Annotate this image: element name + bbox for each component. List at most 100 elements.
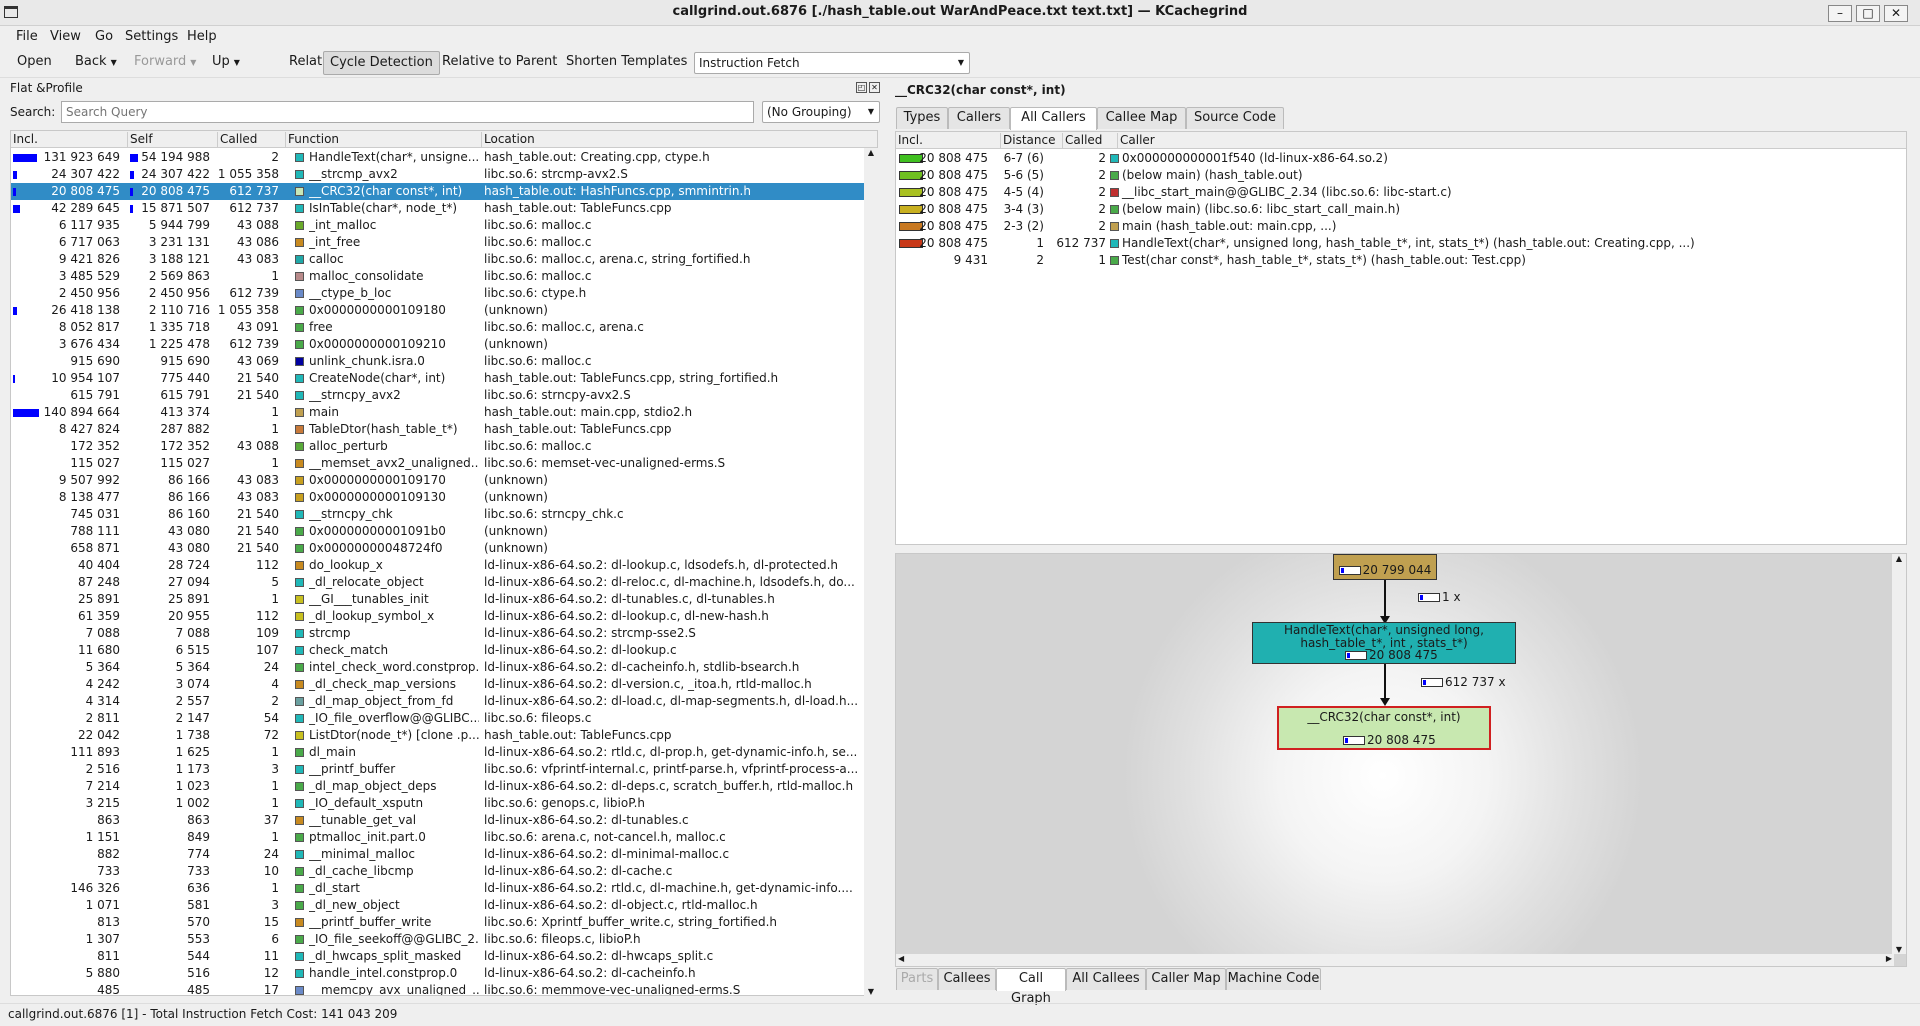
event-type-select[interactable]: Instruction Fetch ▼ <box>694 52 970 74</box>
table-row[interactable]: 788 111 43 080 21 540 0x00000000001091b0 (un… <box>11 523 877 540</box>
table-row[interactable]: 11 680 6 515 107 check_match ld-linux-x86-64… <box>11 642 877 659</box>
caller-row[interactable]: 20 808 475 5-6 (5) 2 (below main) (hash_tab… <box>896 167 1906 184</box>
up-button[interactable]: Up ▼ <box>206 51 246 75</box>
scroll-down-icon[interactable]: ▼ <box>1892 945 1906 954</box>
table-row[interactable]: 3 215 1 002 1 _IO_default_xsputn libc.so.6: … <box>11 795 877 812</box>
close-icon[interactable]: ✕ <box>1884 5 1908 22</box>
tab-call-graph[interactable]: Call Graph <box>996 968 1066 1006</box>
scroll-up-icon[interactable]: ▲ <box>864 148 878 157</box>
relative-to-parent-button[interactable]: Relative to Parent <box>436 51 563 75</box>
tab-callees[interactable]: Callees <box>938 968 996 990</box>
menu-help[interactable]: Help <box>187 29 217 44</box>
search-input[interactable] <box>61 101 754 123</box>
table-row[interactable]: 140 894 664 413 374 1 main hash_table.out: m… <box>11 404 877 421</box>
table-row[interactable]: 5 364 5 364 24 intel_check_word.constprop.0… <box>11 659 877 676</box>
col-location[interactable]: Location <box>482 132 877 148</box>
table-row[interactable]: 745 031 86 160 21 540 __strncpy_chk libc.so.… <box>11 506 877 523</box>
scroll-up-icon[interactable]: ▲ <box>1892 554 1906 563</box>
table-row[interactable]: 25 891 25 891 1 __GI___tunables_init ld-linu… <box>11 591 877 608</box>
table-row[interactable]: 22 042 1 738 72 ListDtor(node_t*) [clone .p… <box>11 727 877 744</box>
table-row[interactable]: 485 485 17 __memcpy_avx_unaligned_... libc.s… <box>11 982 877 995</box>
table-row[interactable]: 42 289 645 15 871 507 612 737 IsInTable(cha… <box>11 200 877 217</box>
tab-source-code[interactable]: Source Code <box>1186 107 1284 129</box>
edge-label-1[interactable]: 1 x <box>1418 590 1461 604</box>
maximize-icon[interactable]: □ <box>1856 5 1880 22</box>
table-row[interactable]: 6 117 935 5 944 799 43 088 _int_malloc libc.… <box>11 217 877 234</box>
table-row[interactable]: 6 717 063 3 231 131 43 086 _int_free libc.so… <box>11 234 877 251</box>
table-row[interactable]: 2 811 2 147 54 _IO_file_overflow@@GLIBC... l… <box>11 710 877 727</box>
col-incl[interactable]: Incl. <box>11 132 128 148</box>
col-function[interactable]: Function <box>286 132 482 148</box>
menu-view[interactable]: View <box>50 29 81 44</box>
table-row[interactable]: 87 248 27 094 5 _dl_relocate_object ld-linux… <box>11 574 877 591</box>
caller-row[interactable]: 20 808 475 6-7 (6) 2 0x000000000001f540 (ld… <box>896 150 1906 167</box>
table-row[interactable]: 3 676 434 1 225 478 612 739 0x0000000000109… <box>11 336 877 353</box>
table-row[interactable]: 863 863 37 __tunable_get_val ld-linux-x86-64… <box>11 812 877 829</box>
tab-callee-map[interactable]: Callee Map <box>1097 107 1186 129</box>
tab-parts[interactable]: Parts <box>896 968 938 990</box>
tab-callers[interactable]: Callers <box>948 107 1010 129</box>
table-row[interactable]: 20 808 475 20 808 475 612 737 __CRC32(char … <box>11 183 877 200</box>
float-icon[interactable]: ◰ <box>856 82 867 93</box>
table-row[interactable]: 7 214 1 023 1 _dl_map_object_deps ld-linux-x… <box>11 778 877 795</box>
tab-machine-code[interactable]: Machine Code <box>1226 968 1321 990</box>
table-row[interactable]: 26 418 138 2 110 716 1 055 358 0x0000000000… <box>11 302 877 319</box>
table-row[interactable]: 4 242 3 074 4 _dl_check_map_versions ld-linu… <box>11 676 877 693</box>
table-row[interactable]: 813 570 15 __printf_buffer_write libc.so.6: … <box>11 914 877 931</box>
table-row[interactable]: 733 733 10 _dl_cache_libcmp ld-linux-x86-64.… <box>11 863 877 880</box>
flat-scrollbar[interactable]: ▲ ▼ <box>864 148 878 996</box>
col-self[interactable]: Self <box>128 132 218 148</box>
col-called[interactable]: Called <box>218 132 286 148</box>
col-caller[interactable]: Caller <box>1118 133 1908 149</box>
table-row[interactable]: 115 027 115 027 1 __memset_avx2_unaligned..… <box>11 455 877 472</box>
forward-button[interactable]: Forward ▼ <box>128 51 202 75</box>
all-callers-list[interactable]: Incl. Distance Called Caller 20 808 475 6… <box>895 131 1907 545</box>
col-incl[interactable]: Incl. <box>896 133 1001 149</box>
table-row[interactable]: 2 450 956 2 450 956 612 739 __ctype_b_loc li… <box>11 285 877 302</box>
graph-node-crc32[interactable]: __CRC32(char const*, int) 20 808 475 <box>1277 706 1491 750</box>
table-row[interactable]: 9 507 992 86 166 43 083 0x0000000000109170 (… <box>11 472 877 489</box>
minimize-icon[interactable]: – <box>1828 5 1852 22</box>
table-row[interactable]: 8 052 817 1 335 718 43 091 free libc.so.6: m… <box>11 319 877 336</box>
close-panel-icon[interactable]: ✕ <box>869 82 880 93</box>
col-called[interactable]: Called <box>1063 133 1118 149</box>
menu-settings[interactable]: Settings <box>125 29 178 44</box>
scroll-right-icon[interactable]: ▶ <box>1886 954 1892 963</box>
table-row[interactable]: 658 871 43 080 21 540 0x00000000048724f0 (un… <box>11 540 877 557</box>
graph-node-handletext[interactable]: HandleText(char*, unsigned long, hash_ta… <box>1252 622 1516 664</box>
table-row[interactable]: 2 516 1 173 3 __printf_buffer libc.so.6: vfp… <box>11 761 877 778</box>
table-row[interactable]: 10 954 107 775 440 21 540 CreateNode(char*,… <box>11 370 877 387</box>
table-row[interactable]: 882 774 24 __minimal_malloc ld-linux-x86-64.… <box>11 846 877 863</box>
table-row[interactable]: 131 923 649 54 194 988 2 HandleText(char*, … <box>11 149 877 166</box>
call-graph-view[interactable]: 20 799 044 1 x HandleText(char*, unsigne… <box>895 553 1907 967</box>
menu-go[interactable]: Go <box>95 29 113 44</box>
table-row[interactable]: 915 690 915 690 43 069 unlink_chunk.isra.0 l… <box>11 353 877 370</box>
table-row[interactable]: 615 791 615 791 21 540 __strncpy_avx2 libc.s… <box>11 387 877 404</box>
tab-all-callers[interactable]: All Callers <box>1010 107 1097 130</box>
table-row[interactable]: 1 307 553 6 _IO_file_seekoff@@GLIBC_2... lib… <box>11 931 877 948</box>
table-row[interactable]: 3 485 529 2 569 863 1 malloc_consolidate lib… <box>11 268 877 285</box>
forward-dropdown-icon[interactable]: ▼ <box>190 58 196 67</box>
scroll-down-icon[interactable]: ▼ <box>864 987 878 996</box>
edge-label-2[interactable]: 612 737 x <box>1421 675 1506 689</box>
flat-profile-table[interactable]: Incl. Self Called Function Location 131 … <box>10 130 878 996</box>
back-button[interactable]: Back ▼ <box>69 51 123 75</box>
caller-row[interactable]: 20 808 475 2-3 (2) 2 main (hash_table.out: … <box>896 218 1906 235</box>
table-row[interactable]: 40 404 28 724 112 do_lookup_x ld-linux-x86-6… <box>11 557 877 574</box>
table-row[interactable]: 8 427 824 287 882 1 TableDtor(hash_table_t*… <box>11 421 877 438</box>
col-distance[interactable]: Distance <box>1001 133 1063 149</box>
tab-caller-map[interactable]: Caller Map <box>1146 968 1226 990</box>
table-row[interactable]: 8 138 477 86 166 43 083 0x0000000000109130 (… <box>11 489 877 506</box>
table-row[interactable]: 172 352 172 352 43 088 alloc_perturb libc.so… <box>11 438 877 455</box>
caller-row[interactable]: 9 431 2 1 Test(char const*, hash_table_t*, … <box>896 252 1906 269</box>
menu-file[interactable]: File <box>16 29 38 44</box>
scroll-left-icon[interactable]: ◀ <box>898 954 904 963</box>
table-row[interactable]: 1 151 849 1 ptmalloc_init.part.0 libc.so.6: … <box>11 829 877 846</box>
table-row[interactable]: 1 071 581 3 _dl_new_object ld-linux-x86-64.s… <box>11 897 877 914</box>
table-row[interactable]: 4 314 2 557 2 _dl_map_object_from_fd ld-linu… <box>11 693 877 710</box>
caller-row[interactable]: 20 808 475 4-5 (4) 2 __libc_start_main@@GLI… <box>896 184 1906 201</box>
table-row[interactable]: 811 544 11 _dl_hwcaps_split_masked ld-linux-… <box>11 948 877 965</box>
tab-types[interactable]: Types <box>896 107 948 129</box>
graph-hscroll[interactable]: ◀ ▶ <box>896 954 1894 966</box>
table-row[interactable]: 146 326 636 1 _dl_start ld-linux-x86-64.so.2… <box>11 880 877 897</box>
